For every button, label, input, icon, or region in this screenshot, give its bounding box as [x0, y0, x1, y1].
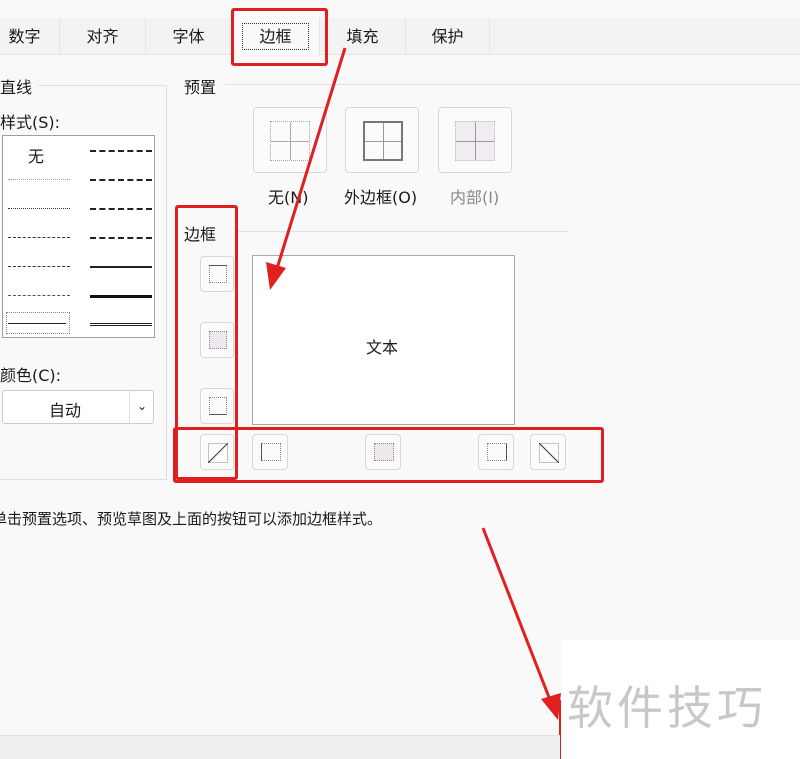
watermark-box: 软件技巧: [561, 640, 800, 759]
watermark-text: 软件技巧: [567, 681, 767, 735]
status-strip: [0, 735, 560, 759]
